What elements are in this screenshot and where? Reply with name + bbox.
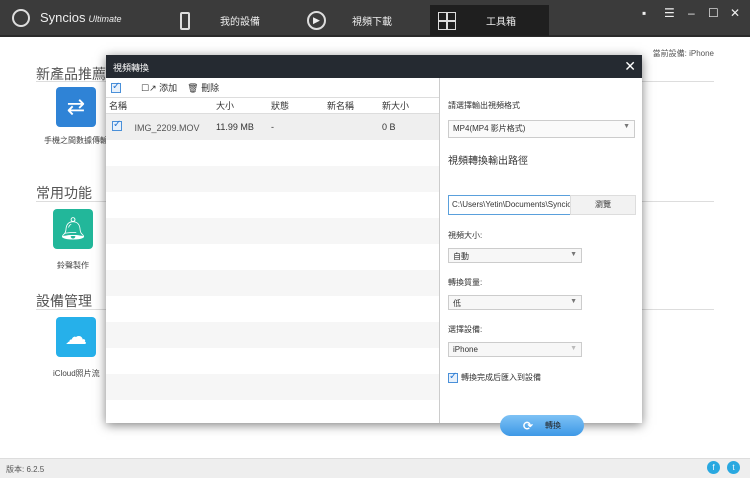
import-label: 轉換完成后匯入到設備 (461, 373, 541, 382)
col-new-name[interactable]: 新名稱 (327, 99, 382, 112)
browse-button[interactable]: 瀏覽 (570, 195, 636, 215)
chevron-down-icon: ▼ (570, 251, 577, 258)
refresh-icon: ⟳ (522, 418, 534, 433)
empty-row (106, 296, 439, 322)
import-checkbox[interactable] (448, 371, 458, 383)
tab-label: 我的設備 (220, 17, 260, 28)
syncios-logo-icon (12, 9, 30, 27)
app-name-text: Syncios (40, 10, 86, 25)
format-select[interactable]: MP4(MP4 影片格式) ▼ (448, 120, 635, 138)
format-label: 請選擇輸出視頻格式 (448, 101, 520, 110)
tab-label: 視頻下載 (352, 17, 392, 28)
transfer-icon[interactable]: ⇄ (56, 87, 96, 127)
empty-row (106, 348, 439, 374)
trash-icon: 🗑︎ (187, 83, 199, 93)
dialog-title: 視頻轉換 (113, 63, 150, 73)
select-all-checkbox[interactable] (111, 81, 121, 93)
empty-row (106, 192, 439, 218)
delete-button[interactable]: 🗑︎ 刪除 (187, 81, 219, 94)
toolbar: ☐↗ 添加 🗑︎ 刪除 (106, 78, 439, 98)
size-label: 視頻大小: (448, 231, 483, 240)
twitter-icon[interactable]: t (727, 461, 740, 474)
size-select[interactable]: 自動 ▼ (448, 248, 582, 263)
section-title: 設備管理 (36, 293, 92, 309)
format-value: MP4(MP4 影片格式) (453, 124, 526, 133)
minimize-icon[interactable]: – (688, 6, 695, 20)
empty-row (106, 244, 439, 270)
tab-label: 工具箱 (486, 17, 516, 28)
quality-value: 低 (453, 299, 461, 308)
empty-row (106, 166, 439, 192)
convert-label: 轉換 (545, 421, 562, 430)
chevron-down-icon: ▼ (570, 298, 577, 305)
settings-panel: 請選擇輸出視頻格式 MP4(MP4 影片格式) ▼ 視頻轉換輸出路徑 C:\Use… (441, 78, 642, 436)
tab-my-device[interactable]: 我的設備 (180, 5, 260, 36)
add-label: 添加 (159, 83, 178, 93)
tab-toolbox[interactable]: 工具箱 (430, 5, 549, 36)
chevron-down-icon: ▼ (570, 345, 577, 352)
table-header: 名稱 大小 狀態 新名稱 新大小 (106, 98, 439, 114)
feedback-icon[interactable]: ▪ (642, 6, 646, 20)
row-checkbox[interactable] (112, 119, 122, 131)
menu-icon[interactable]: ☰ (664, 6, 675, 20)
tile-label: iCloud照片流 (53, 369, 100, 378)
file-list-panel: ☐↗ 添加 🗑︎ 刪除 名稱 大小 狀態 新名稱 新大小 IMG_2209.MO… (106, 78, 440, 423)
facebook-icon[interactable]: f (707, 461, 720, 474)
tile-label: 手機之間數據傳輸 (44, 136, 108, 145)
status-bar: 版本: 6.2.5 (0, 458, 750, 478)
add-button[interactable]: ☐↗ 添加 (141, 81, 177, 94)
path-label: 視頻轉換輸出路徑 (448, 156, 528, 167)
empty-row (106, 218, 439, 244)
table-row[interactable]: IMG_2209.MOV 11.99 MB - 0 B (106, 114, 439, 140)
col-size[interactable]: 大小 (216, 99, 271, 112)
title-bar: Syncios Ultimate 我的設備 ▶ 視頻下載 工具箱 ▪ ☰ – ☐ ✕ (0, 0, 750, 37)
convert-button[interactable]: ⟳ 轉換 (500, 415, 584, 436)
empty-row (106, 270, 439, 296)
app-edition: Ultimate (88, 14, 122, 24)
video-convert-dialog: 視頻轉換 ✕ ☐↗ 添加 🗑︎ 刪除 名稱 大小 狀態 新名稱 新大小 IMG_2… (106, 55, 642, 436)
dialog-title-bar: 視頻轉換 ✕ (106, 55, 642, 78)
quality-label: 轉換質量: (448, 278, 483, 287)
file-table: 名稱 大小 狀態 新名稱 新大小 IMG_2209.MOV 11.99 MB -… (106, 98, 439, 400)
quality-select[interactable]: 低 ▼ (448, 295, 582, 310)
col-name[interactable]: 名稱 (106, 99, 216, 112)
file-size: 11.99 MB (216, 122, 254, 132)
device-select[interactable]: iPhone ▼ (448, 342, 582, 357)
phone-icon (180, 11, 190, 30)
delete-label: 刪除 (201, 83, 220, 93)
empty-row (106, 374, 439, 400)
empty-row (106, 322, 439, 348)
col-status[interactable]: 狀態 (271, 99, 327, 112)
version-label: 版本: 6.2.5 (6, 465, 45, 474)
chevron-down-icon: ▼ (623, 123, 630, 130)
cloud-icon[interactable]: ☁ (56, 317, 96, 357)
add-icon: ☐↗ (141, 83, 157, 93)
section-title: 常用功能 (36, 185, 92, 201)
tab-video-download[interactable]: ▶ 視頻下載 (307, 5, 392, 36)
empty-row (106, 140, 439, 166)
tile-label: 鈴聲製作 (57, 261, 89, 270)
maximize-icon[interactable]: ☐ (708, 6, 719, 20)
device-value: iPhone (453, 345, 478, 354)
file-name: IMG_2209.MOV (134, 123, 200, 133)
size-value: 自動 (453, 252, 469, 261)
import-option[interactable]: 轉換完成后匯入到設備 (448, 371, 541, 383)
output-path-input[interactable]: C:\Users\Yetin\Documents\Syncios (448, 195, 576, 215)
current-device: 當前設備: iPhone (652, 49, 714, 58)
toolbox-icon (438, 11, 456, 30)
col-new-size[interactable]: 新大小 (382, 99, 437, 112)
dialog-close-icon[interactable]: ✕ (624, 58, 636, 75)
file-new-size: 0 B (382, 122, 396, 132)
file-status: - (271, 122, 274, 132)
play-icon: ▶ (307, 11, 326, 30)
app-name: Syncios Ultimate (40, 10, 122, 25)
device-label: 選擇設備: (448, 325, 483, 334)
close-icon[interactable]: ✕ (730, 6, 740, 20)
bell-icon[interactable]: 🔔︎ (53, 209, 93, 249)
